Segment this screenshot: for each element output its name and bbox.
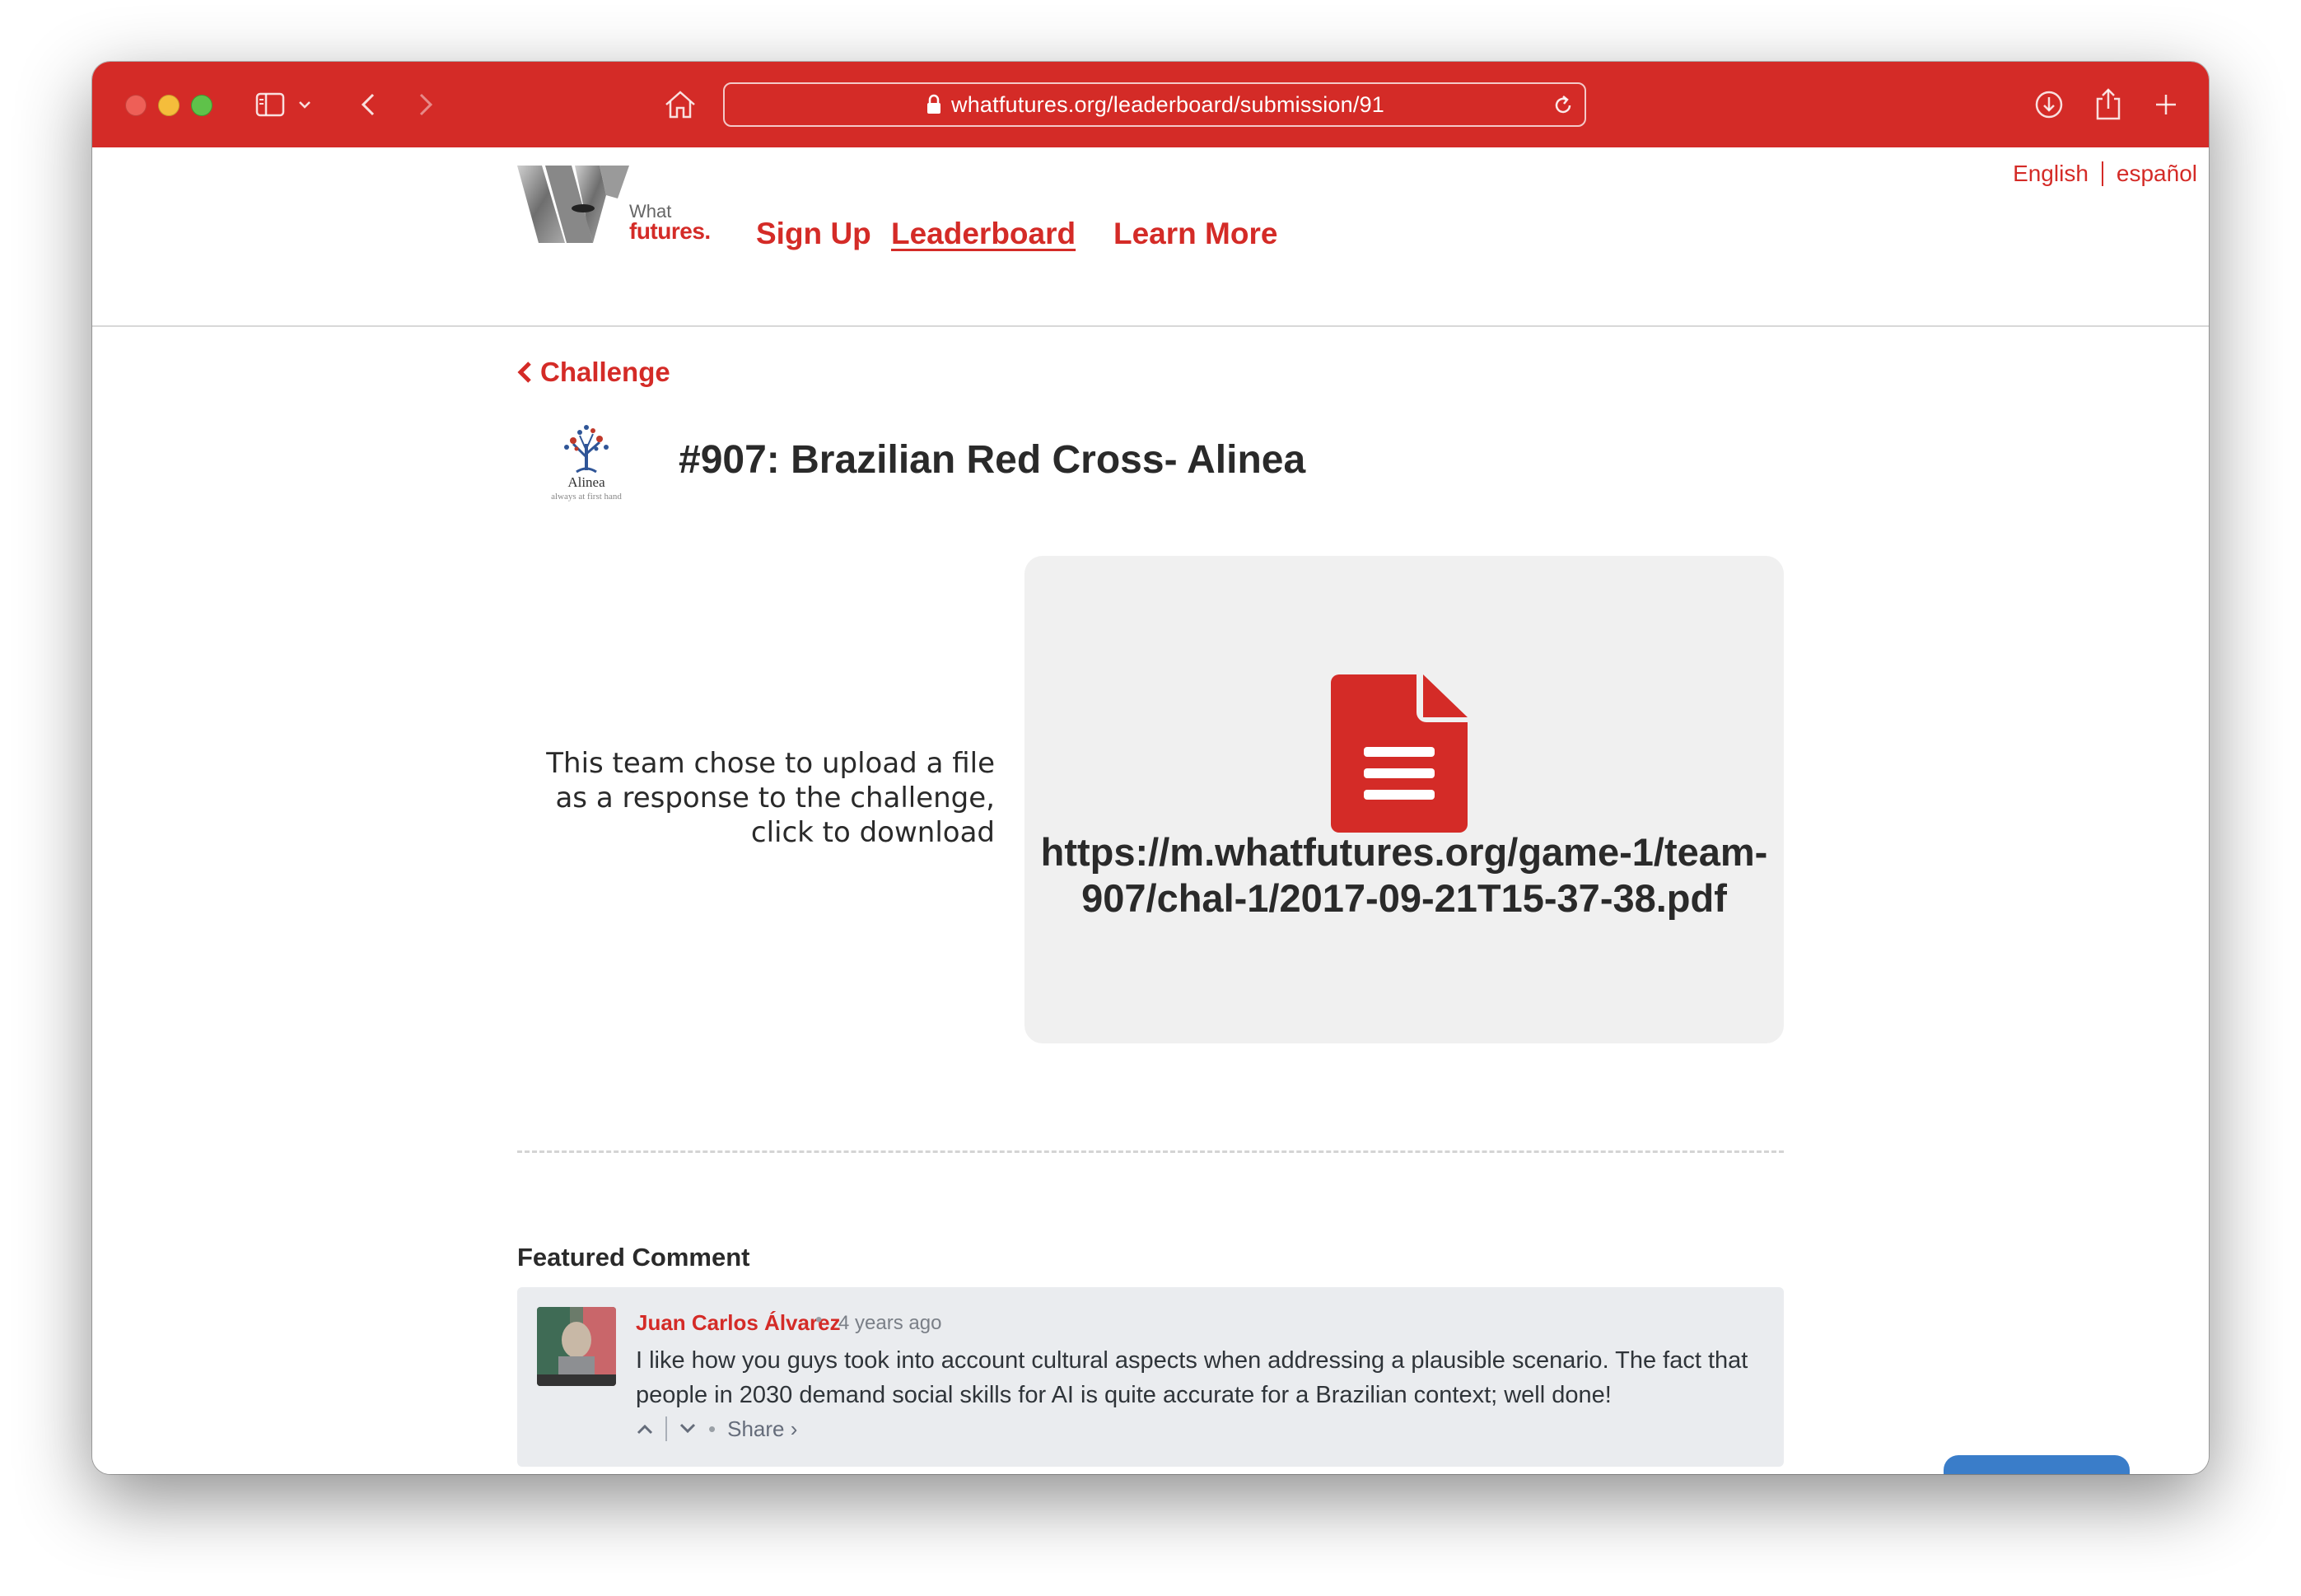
reload-icon[interactable]: [1552, 94, 1575, 121]
logo-futures-text: futures.: [629, 218, 711, 244]
download-icon[interactable]: [2031, 83, 2067, 126]
comment-actions: • Share ›: [636, 1412, 797, 1445]
action-separator: •: [708, 1416, 716, 1441]
web-page: What futures. Sign Up Leaderboard Learn …: [92, 147, 2209, 1474]
minimize-window-button[interactable]: [158, 95, 180, 116]
back-arrow-icon[interactable]: [356, 83, 380, 126]
browser-window: whatfutures.org/leaderboard/submission/9…: [92, 62, 2209, 1474]
new-tab-icon[interactable]: [2149, 83, 2182, 126]
upload-description: This team chose to upload a file as a re…: [546, 747, 995, 849]
lock-icon: [927, 94, 940, 114]
nav-leaderboard[interactable]: Leaderboard: [891, 217, 1076, 251]
sidebar-toggle-icon[interactable]: [252, 83, 288, 126]
team-logo-name: Alinea: [567, 474, 605, 490]
comment-card: Juan Carlos Álvarez • 4 years ago I like…: [517, 1287, 1784, 1467]
forward-arrow-icon[interactable]: [413, 83, 438, 126]
comment-body: I like how you guys took into account cu…: [636, 1347, 1748, 1408]
back-label: Challenge: [540, 357, 670, 387]
url-text: whatfutures.org/leaderboard/submission/9…: [951, 91, 1384, 117]
home-icon[interactable]: [662, 83, 698, 126]
downvote-icon[interactable]: [679, 1423, 697, 1435]
lang-spanish[interactable]: español: [2117, 161, 2197, 187]
upvote-icon[interactable]: [636, 1423, 654, 1435]
language-switcher: English español: [2013, 161, 2197, 187]
back-to-challenge-link[interactable]: Challenge: [517, 357, 670, 388]
featured-comment-heading: Featured Comment: [517, 1243, 750, 1272]
zoom-window-button[interactable]: [191, 95, 212, 116]
file-download-link[interactable]: https://m.whatfutures.org/game-1/team-90…: [1024, 829, 1784, 922]
page-title: #907: Brazilian Red Cross- Alinea: [679, 438, 1306, 482]
share-icon[interactable]: [2090, 83, 2126, 126]
close-window-button[interactable]: [125, 95, 147, 116]
share-link[interactable]: Share ›: [727, 1416, 797, 1442]
comment-author[interactable]: Juan Carlos Álvarez: [636, 1310, 841, 1336]
address-bar[interactable]: whatfutures.org/leaderboard/submission/9…: [723, 82, 1586, 127]
nav-learn-more[interactable]: Learn More: [1113, 217, 1277, 251]
avatar[interactable]: [537, 1307, 616, 1386]
lang-english[interactable]: English: [2013, 161, 2089, 187]
chevron-left-icon: [517, 362, 531, 383]
lang-separator: [2101, 161, 2103, 186]
chevron-down-icon[interactable]: [295, 83, 315, 126]
comment-timestamp[interactable]: 4 years ago: [838, 1312, 941, 1335]
floating-button[interactable]: [1944, 1455, 2130, 1474]
team-logo-tagline: always at first hand: [551, 492, 622, 502]
vote-divider: [665, 1416, 667, 1441]
file-download-card[interactable]: https://m.whatfutures.org/game-1/team-90…: [1024, 556, 1784, 1043]
comment-separator: •: [815, 1309, 823, 1331]
section-divider: [517, 1150, 1784, 1153]
nav-sign-up[interactable]: Sign Up: [756, 217, 871, 251]
header-divider: [92, 325, 2209, 327]
browser-toolbar: whatfutures.org/leaderboard/submission/9…: [92, 62, 2209, 149]
document-icon: [1331, 674, 1468, 833]
